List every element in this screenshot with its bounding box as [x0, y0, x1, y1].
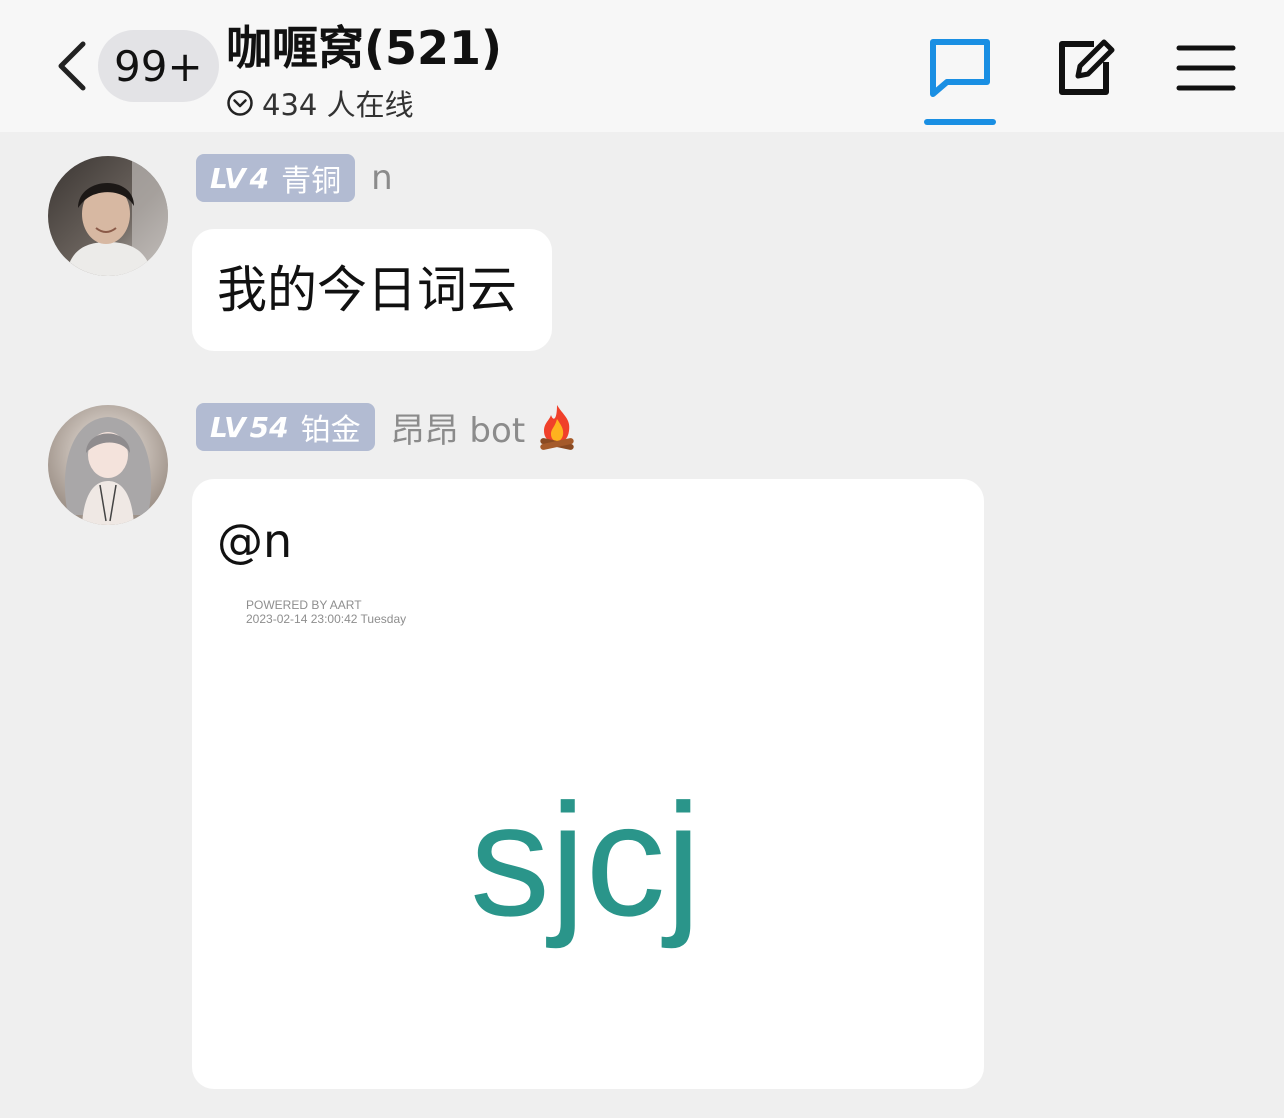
message-bubble[interactable]: 我的今日词云: [192, 229, 552, 351]
edit-icon: [1059, 39, 1115, 95]
sender-nickname[interactable]: 昂昂 bot: [391, 403, 580, 452]
wordcloud-powered-by: POWERED BY AART: [246, 598, 362, 612]
chat-header: 99+ 咖喱窝(521) 434 人在线: [0, 0, 1284, 132]
nickname-text: n: [371, 158, 393, 198]
level-title: 铂金: [300, 413, 361, 448]
chat-bubble-icon: [930, 39, 990, 97]
wordcloud-timestamp: 2023-02-14 23:00:42 Tuesday: [246, 612, 407, 626]
level-badge: LV 4 青铜: [196, 154, 356, 202]
level-title: 青铜: [281, 164, 342, 199]
menu-icon: [1176, 45, 1236, 91]
back-icon: [58, 41, 86, 91]
mention-text[interactable]: @n: [217, 511, 292, 571]
group-title: 咖喱窝(521): [226, 21, 503, 75]
message-meta: LV 54 铂金 昂昂 bot: [196, 403, 579, 451]
level-prefix: LV: [210, 161, 246, 195]
back-button[interactable]: [50, 38, 94, 94]
avatar[interactable]: [48, 156, 168, 276]
menu-button[interactable]: [1168, 30, 1244, 106]
level-prefix: LV: [210, 410, 246, 444]
sender-nickname[interactable]: n: [371, 158, 393, 198]
wordcloud-word: sjcj: [470, 770, 702, 949]
nickname-text: 昂昂 bot: [390, 410, 526, 451]
bot-avatar[interactable]: [48, 405, 168, 525]
chat-tab-button[interactable]: [922, 30, 998, 106]
edit-button[interactable]: [1048, 30, 1124, 106]
level-number: 4: [249, 161, 270, 195]
message-meta: LV 4 青铜 n: [196, 154, 393, 202]
chevron-down-circle-icon: [226, 89, 254, 117]
online-count-text: 434 人在线: [262, 88, 414, 122]
unread-count-badge[interactable]: 99+: [98, 30, 219, 102]
level-number: 54: [249, 410, 289, 444]
level-badge: LV 54 铂金: [196, 403, 375, 451]
online-status[interactable]: 434 人在线: [226, 82, 502, 124]
wordcloud-caption: POWERED BY AART 2023-02-14 23:00:42 Tues…: [246, 598, 406, 626]
message-text: 我的今日词云: [217, 261, 517, 319]
campfire-icon: [535, 403, 579, 451]
group-info[interactable]: 咖喱窝(521) 434 人在线: [226, 18, 502, 124]
active-tab-indicator: [924, 119, 996, 125]
